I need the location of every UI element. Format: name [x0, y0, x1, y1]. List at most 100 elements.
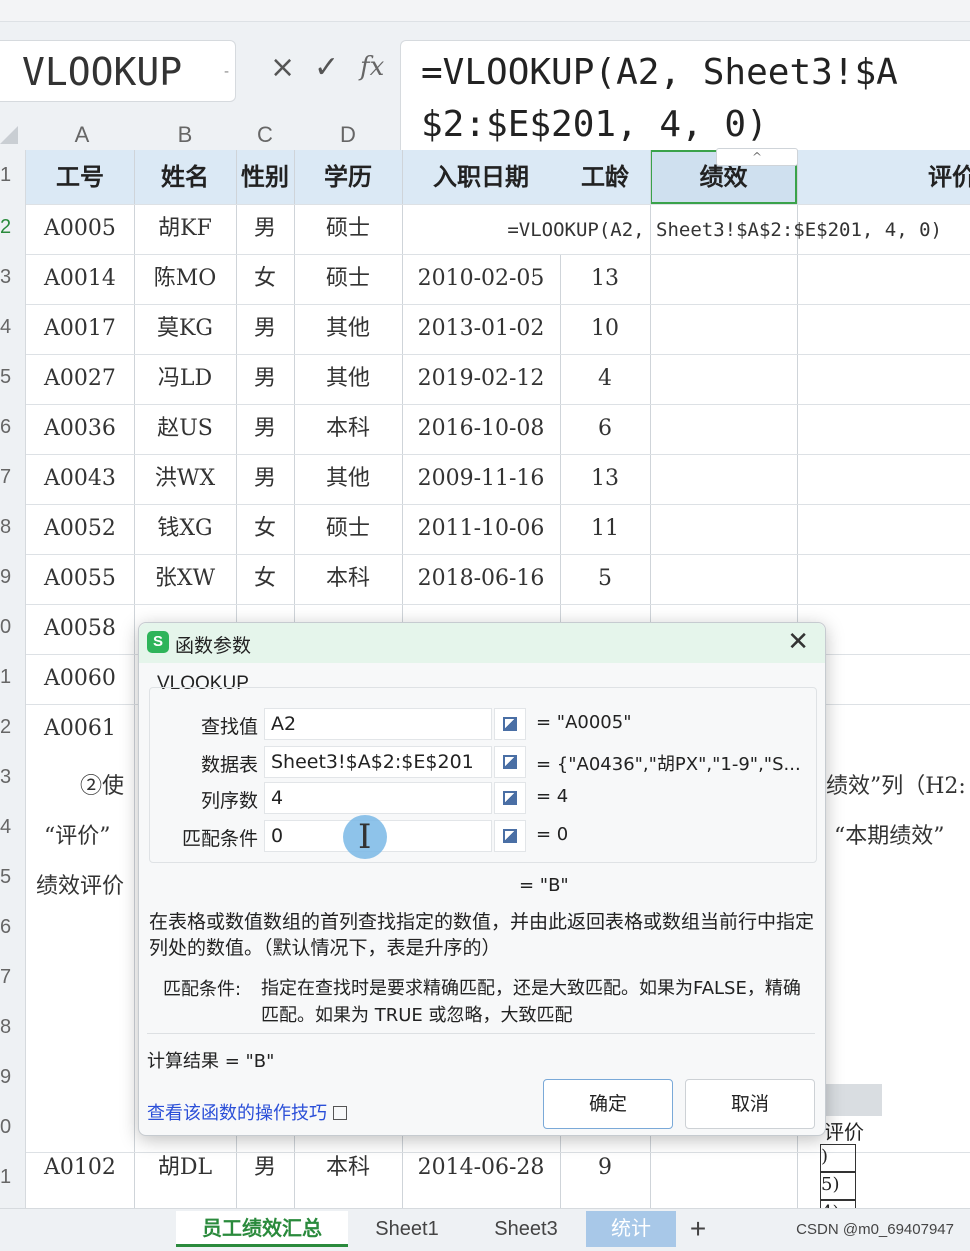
- cell-hire-date[interactable]: 2013-01-02: [402, 304, 560, 354]
- cell-education[interactable]: 其他: [294, 454, 402, 504]
- cell-education[interactable]: 其他: [294, 354, 402, 404]
- row-number[interactable]: 4: [0, 816, 26, 839]
- row-number[interactable]: 2: [0, 716, 26, 739]
- cell-id[interactable]: A0102: [26, 1154, 134, 1188]
- cell-education[interactable]: 硕士: [294, 204, 402, 254]
- arg-input-lookup-value[interactable]: A2: [264, 708, 492, 740]
- sheet-tab-stats[interactable]: 统计: [586, 1211, 676, 1247]
- cell-name[interactable]: 陈MO: [134, 254, 236, 304]
- row-number[interactable]: 9: [0, 1066, 26, 1089]
- row-number[interactable]: 3: [0, 266, 26, 289]
- cell-gender[interactable]: 女: [236, 554, 294, 604]
- insert-function-icon[interactable]: fx: [360, 52, 384, 82]
- cell-education[interactable]: 本科: [294, 554, 402, 604]
- row-number[interactable]: 8: [0, 1016, 26, 1039]
- row-number[interactable]: 9: [0, 566, 26, 589]
- row-number[interactable]: 6: [0, 916, 26, 939]
- cell-gender[interactable]: 女: [236, 504, 294, 554]
- column-header-a[interactable]: A: [30, 122, 134, 150]
- sheet-tab-sheet1[interactable]: Sheet1: [348, 1211, 466, 1247]
- cell-seniority[interactable]: 6: [560, 404, 650, 454]
- row-number[interactable]: 1: [0, 1166, 26, 1189]
- row-number[interactable]: 1: [0, 666, 26, 689]
- header-cell-name[interactable]: 姓名: [134, 150, 236, 204]
- cell-id[interactable]: A0017: [26, 304, 134, 354]
- column-header-b[interactable]: B: [134, 122, 236, 150]
- cell-name[interactable]: 赵US: [134, 404, 236, 454]
- cell-education[interactable]: 硕士: [294, 504, 402, 554]
- cell-seniority[interactable]: 11: [560, 504, 650, 554]
- header-cell-id[interactable]: 工号: [26, 150, 134, 204]
- cell-name[interactable]: 冯LD: [134, 354, 236, 404]
- sheet-tab-sheet3[interactable]: Sheet3: [466, 1211, 586, 1247]
- range-select-icon[interactable]: [494, 746, 526, 778]
- cell-seniority[interactable]: 10: [560, 304, 650, 354]
- select-all-corner[interactable]: [0, 126, 18, 144]
- range-select-icon[interactable]: [494, 708, 526, 740]
- header-cell-seniority[interactable]: 工龄: [560, 150, 650, 204]
- cell-seniority[interactable]: 9: [560, 1154, 650, 1188]
- row-number[interactable]: 3: [0, 766, 26, 789]
- range-select-icon[interactable]: [494, 782, 526, 814]
- column-header-c[interactable]: C: [236, 122, 294, 150]
- row-number[interactable]: 2: [0, 216, 26, 239]
- collapse-formula-bar-button[interactable]: ^: [716, 148, 798, 166]
- cell-hire-date[interactable]: 2011-10-06: [402, 504, 560, 554]
- cancel-button[interactable]: 取消: [685, 1079, 815, 1129]
- cell-education[interactable]: 其他: [294, 304, 402, 354]
- close-icon[interactable]: ✕: [787, 627, 809, 657]
- cell-hire-date[interactable]: 2019-02-12: [402, 354, 560, 404]
- row-number[interactable]: 5: [0, 366, 26, 389]
- cell-name[interactable]: 莫KG: [134, 304, 236, 354]
- cell-seniority[interactable]: 4: [560, 354, 650, 404]
- cell-name[interactable]: 钱XG: [134, 504, 236, 554]
- cell-hire-date[interactable]: 2018-06-16: [402, 554, 560, 604]
- cell-id[interactable]: A0005: [26, 204, 134, 254]
- row-number[interactable]: 7: [0, 466, 26, 489]
- cell-hire-date[interactable]: 2010-02-05: [402, 254, 560, 304]
- function-tips-link[interactable]: 查看该函数的操作技巧: [147, 1099, 347, 1125]
- cell-seniority[interactable]: 5: [560, 554, 650, 604]
- cell-id[interactable]: A0060: [26, 654, 134, 704]
- cell-gender[interactable]: 男: [236, 1154, 294, 1188]
- dialog-title-bar[interactable]: S 函数参数 ✕: [139, 623, 825, 663]
- header-cell-hire-date[interactable]: 入职日期: [402, 150, 560, 204]
- header-cell-gender[interactable]: 性别: [236, 150, 294, 204]
- cancel-formula-icon[interactable]: ×: [270, 50, 295, 85]
- cell-gender[interactable]: 男: [236, 304, 294, 354]
- name-box-dropdown-icon[interactable]: -: [224, 41, 229, 103]
- arg-input-col-index[interactable]: 4: [264, 782, 492, 814]
- confirm-formula-icon[interactable]: ✓: [314, 50, 339, 85]
- header-cell-education[interactable]: 学历: [294, 150, 402, 204]
- row-number[interactable]: 8: [0, 516, 26, 539]
- row-number[interactable]: 6: [0, 416, 26, 439]
- cell-education[interactable]: 本科: [294, 404, 402, 454]
- row-number[interactable]: 4: [0, 316, 26, 339]
- sheet-tab-employee-summary[interactable]: 员工绩效汇总: [176, 1211, 348, 1247]
- cell-id[interactable]: A0055: [26, 554, 134, 604]
- cell-name[interactable]: 张XW: [134, 554, 236, 604]
- cell-education[interactable]: 硕士: [294, 254, 402, 304]
- cell-id[interactable]: A0014: [26, 254, 134, 304]
- cell-id[interactable]: A0052: [26, 504, 134, 554]
- cell-gender[interactable]: 男: [236, 204, 294, 254]
- row-number[interactable]: 0: [0, 1116, 26, 1139]
- cell-name[interactable]: 胡KF: [134, 204, 236, 254]
- cell-hire-date[interactable]: 2009-11-16: [402, 454, 560, 504]
- cell-id[interactable]: A0036: [26, 404, 134, 454]
- cell-seniority[interactable]: 13: [560, 254, 650, 304]
- cell-gender[interactable]: 女: [236, 254, 294, 304]
- row-number[interactable]: 5: [0, 866, 26, 889]
- ok-button[interactable]: 确定: [543, 1079, 673, 1129]
- cell-gender[interactable]: 男: [236, 354, 294, 404]
- cell-id[interactable]: A0061: [26, 704, 134, 754]
- cell-name[interactable]: 洪WX: [134, 454, 236, 504]
- row-number[interactable]: 0: [0, 616, 26, 639]
- column-header-d[interactable]: D: [294, 122, 402, 150]
- cell-gender[interactable]: 男: [236, 404, 294, 454]
- cell-seniority[interactable]: 13: [560, 454, 650, 504]
- cell-id[interactable]: A0043: [26, 454, 134, 504]
- cell-hire-date[interactable]: 2016-10-08: [402, 404, 560, 454]
- header-cell-evaluation[interactable]: 评价: [797, 150, 970, 204]
- row-number[interactable]: 7: [0, 966, 26, 989]
